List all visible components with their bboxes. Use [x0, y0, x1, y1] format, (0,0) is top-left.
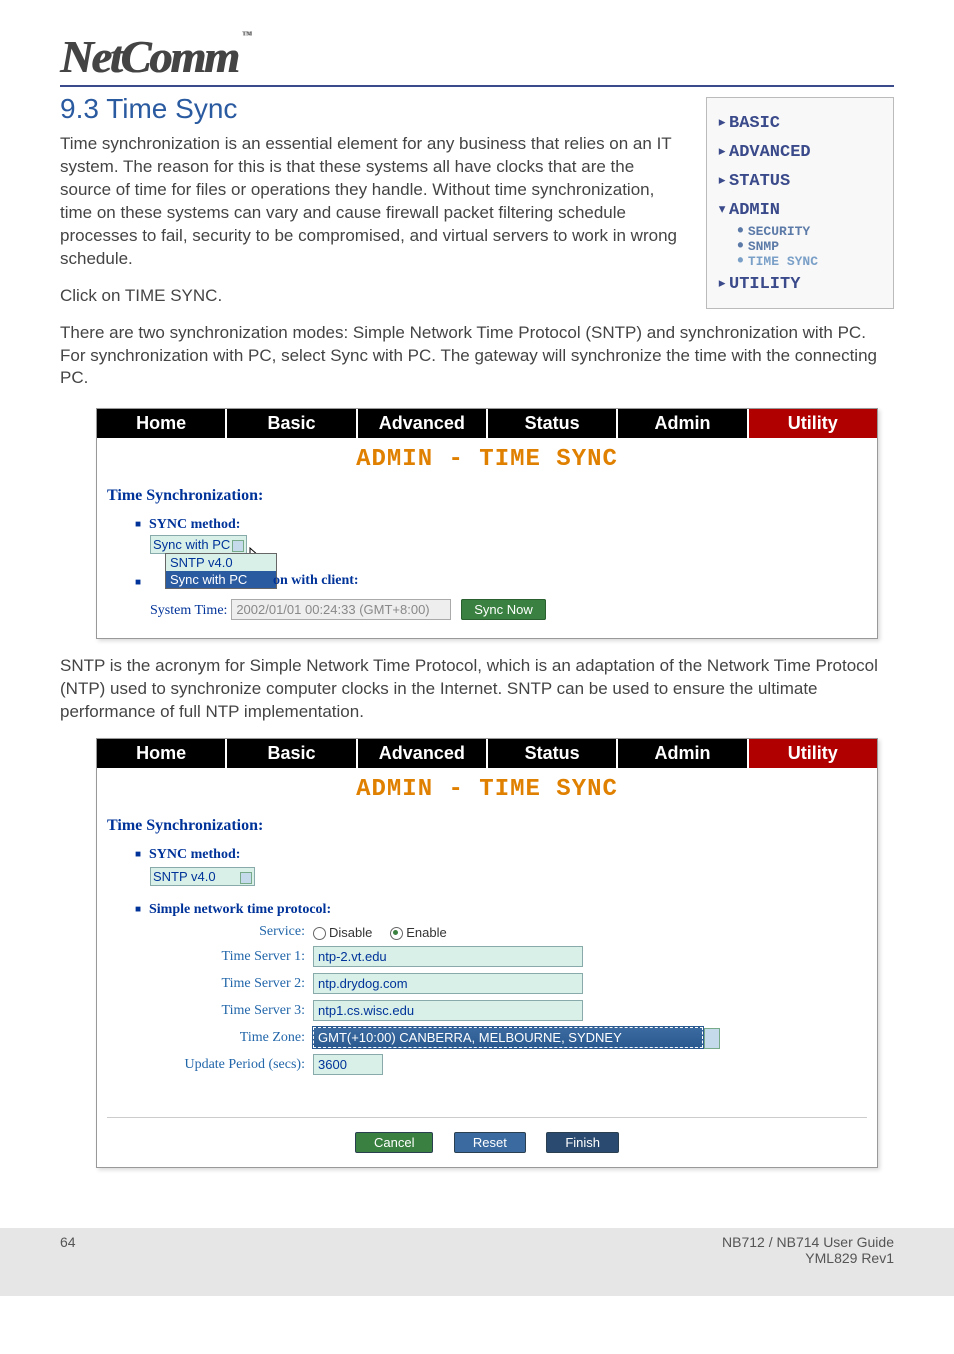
option-sync-with-pc[interactable]: Sync with PC — [166, 571, 276, 588]
guide-rev: YML829 Rev1 — [722, 1250, 894, 1266]
screenshot-panel-1: Home Basic Advanced Status Admin Utility… — [96, 408, 878, 639]
bullet-icon: • — [735, 252, 746, 272]
paragraph-3: There are two synchronization modes: Sim… — [60, 322, 894, 391]
nav-advanced[interactable]: ▸ADVANCED — [715, 137, 885, 166]
nav-admin[interactable]: ▾ADMIN — [715, 195, 885, 224]
cancel-button[interactable]: Cancel — [355, 1132, 433, 1153]
arrow-right-icon: ▸ — [717, 273, 729, 294]
arrow-right-icon: ▸ — [717, 141, 729, 162]
time-sync-heading: Time Synchronization: — [97, 487, 877, 515]
sync-method-select-2[interactable]: SNTP v4.0 — [150, 867, 255, 886]
option-sntp[interactable]: SNTP v4.0 — [166, 554, 276, 571]
time-server-3-input[interactable]: ntp1.cs.wisc.edu — [313, 1000, 583, 1021]
arrow-right-icon: ▸ — [717, 170, 729, 191]
tab-advanced[interactable]: Advanced — [358, 409, 488, 438]
time-server-2-input[interactable]: ntp.drydog.com — [313, 973, 583, 994]
tab-bar-2: Home Basic Advanced Status Admin Utility — [97, 739, 877, 768]
tab-home[interactable]: Home — [97, 739, 227, 768]
bullet-icon: ■ — [135, 904, 149, 915]
tab-status[interactable]: Status — [488, 409, 618, 438]
system-time-value: 2002/01/01 00:24:33 (GMT+8:00) — [231, 599, 451, 620]
arrow-down-icon: ▾ — [717, 199, 729, 220]
reset-button[interactable]: Reset — [454, 1132, 526, 1153]
page-number: 64 — [60, 1234, 76, 1266]
service-enable-label: Enable — [406, 925, 446, 940]
brand-tm: ™ — [242, 30, 250, 41]
tab-utility[interactable]: Utility — [749, 409, 877, 438]
bullet-icon: ■ — [135, 519, 149, 530]
nav-status[interactable]: ▸STATUS — [715, 166, 885, 195]
system-time-label: System Time: — [150, 603, 227, 618]
tab-bar: Home Basic Advanced Status Admin Utility — [97, 409, 877, 438]
time-zone-label: Time Zone: — [135, 1030, 313, 1046]
bullet-icon: ■ — [135, 849, 149, 860]
tab-basic[interactable]: Basic — [227, 739, 357, 768]
tab-utility[interactable]: Utility — [749, 739, 877, 768]
page-footer: 64 NB712 / NB714 User Guide YML829 Rev1 — [0, 1228, 954, 1296]
time-server-2-label: Time Server 2: — [135, 976, 313, 992]
nav-admin-timesync[interactable]: •TIME SYNC — [715, 254, 885, 269]
side-nav-panel: ▸BASIC ▸ADVANCED ▸STATUS ▾ADMIN •SECURIT… — [706, 97, 894, 309]
sync-with-client-label: on with client: — [265, 573, 359, 589]
update-period-input[interactable]: 3600 — [313, 1054, 383, 1075]
header-rule — [60, 85, 894, 87]
bullet-icon: ■ — [135, 577, 149, 588]
sync-method-select[interactable]: Sync with PC — [150, 535, 247, 554]
arrow-right-icon: ▸ — [717, 112, 729, 133]
time-server-3-label: Time Server 3: — [135, 1003, 313, 1019]
brand-name: NetComm — [60, 31, 238, 82]
sync-method-label: SYNC method: — [149, 517, 240, 532]
service-disable-radio[interactable] — [313, 927, 326, 940]
sync-method-options[interactable]: SNTP v4.0 Sync with PC — [165, 553, 277, 589]
nav-basic[interactable]: ▸BASIC — [715, 108, 885, 137]
time-server-1-input[interactable]: ntp-2.vt.edu — [313, 946, 583, 967]
sync-now-button[interactable]: Sync Now — [461, 599, 546, 620]
service-label: Service: — [135, 924, 313, 940]
tab-basic[interactable]: Basic — [227, 409, 357, 438]
button-row: Cancel Reset Finish — [97, 1128, 877, 1167]
brand-logo: NetComm ™ — [60, 30, 894, 83]
screenshot-panel-2: Home Basic Advanced Status Admin Utility… — [96, 738, 878, 1168]
service-enable-radio[interactable] — [390, 927, 403, 940]
page-heading-1: ADMIN - TIME SYNC — [97, 438, 877, 487]
guide-title: NB712 / NB714 User Guide — [722, 1234, 894, 1250]
sntp-label: Simple network time protocol: — [149, 902, 331, 917]
service-disable-label: Disable — [329, 925, 372, 940]
body-text-2: SNTP is the acronym for Simple Network T… — [60, 655, 894, 724]
time-server-1-label: Time Server 1: — [135, 949, 313, 965]
finish-button[interactable]: Finish — [546, 1132, 619, 1153]
tab-advanced[interactable]: Advanced — [358, 739, 488, 768]
time-zone-select[interactable]: GMT(+10:00) CANBERRA, MELBOURNE, SYDNEY — [313, 1027, 703, 1048]
tab-status[interactable]: Status — [488, 739, 618, 768]
time-sync-heading-2: Time Synchronization: — [97, 817, 877, 845]
divider — [107, 1117, 867, 1118]
tab-admin[interactable]: Admin — [618, 409, 748, 438]
paragraph-4: SNTP is the acronym for Simple Network T… — [60, 655, 894, 724]
update-period-label: Update Period (secs): — [135, 1057, 313, 1073]
tab-admin[interactable]: Admin — [618, 739, 748, 768]
page-heading-2: ADMIN - TIME SYNC — [97, 768, 877, 817]
sync-method-label-2: SYNC method: — [149, 847, 240, 862]
tab-home[interactable]: Home — [97, 409, 227, 438]
service-radios: Disable Enable — [313, 924, 447, 940]
nav-utility[interactable]: ▸UTILITY — [715, 269, 885, 298]
